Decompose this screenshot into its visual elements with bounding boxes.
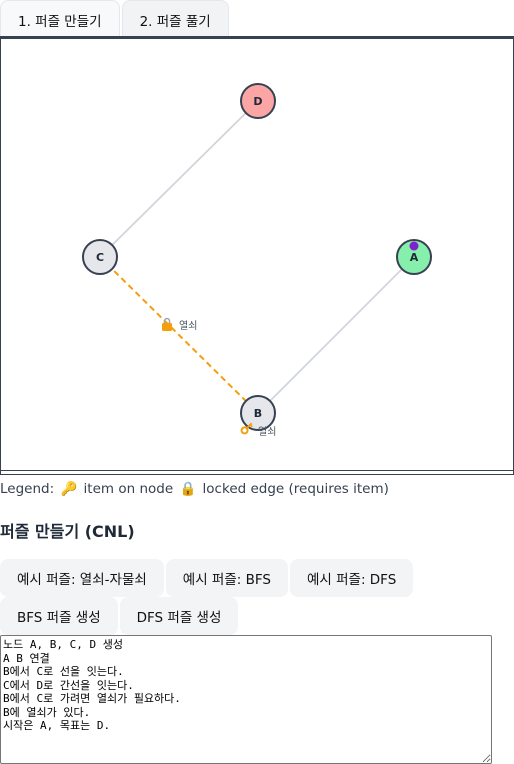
- key-icon: 🔑: [60, 481, 78, 497]
- section-title: 퍼즐 만들기 (CNL): [0, 522, 135, 541]
- node-d-label: D: [253, 95, 262, 108]
- node-b-label: B: [254, 407, 262, 420]
- lock-icon: 🔒: [179, 481, 197, 497]
- example-bfs-button[interactable]: 예시 퍼즐: BFS: [165, 559, 288, 597]
- example-buttons: 예시 퍼즐: 열쇠-자물쇠 예시 퍼즐: BFS 예시 퍼즐: DFS: [0, 559, 415, 597]
- example-key-lock-button[interactable]: 예시 퍼즐: 열쇠-자물쇠: [0, 559, 164, 597]
- tab-make-puzzle[interactable]: 1. 퍼즐 만들기: [0, 0, 120, 38]
- example-dfs-button[interactable]: 예시 퍼즐: DFS: [289, 559, 414, 597]
- player-marker: [409, 241, 419, 251]
- legend: Legend: 🔑 item on node 🔒 locked edge (re…: [0, 481, 389, 497]
- locked-edge-label: 열쇠: [162, 317, 197, 332]
- legend-item-text: item on node: [83, 481, 174, 497]
- lock-icon: [162, 317, 172, 331]
- tab-solve-puzzle[interactable]: 2. 퍼즐 풀기: [121, 0, 229, 38]
- graph-canvas[interactable]: 열쇠 D C A B 열쇠: [0, 36, 514, 475]
- cnl-input[interactable]: 노드 A, B, C, D 생성 A B 연결 B에서 C로 선을 잇는다. C…: [0, 635, 492, 764]
- node-a-label: A: [410, 251, 419, 264]
- legend-prefix: Legend:: [0, 481, 55, 497]
- node-b[interactable]: B 열쇠: [240, 395, 276, 438]
- node-d[interactable]: D: [240, 83, 276, 119]
- legend-locked-text: locked edge (requires item): [202, 481, 389, 497]
- generate-bfs-button[interactable]: BFS 퍼즐 생성: [0, 597, 118, 635]
- edge-c-b-locked[interactable]: [99, 256, 259, 414]
- node-c[interactable]: C: [82, 239, 118, 275]
- edge-c-d[interactable]: [99, 100, 259, 258]
- locked-edge-text: 열쇠: [179, 320, 197, 332]
- node-a[interactable]: A: [396, 239, 432, 275]
- node-b-item-text: 열쇠: [258, 426, 276, 438]
- edge-a-b[interactable]: [257, 256, 415, 414]
- node-c-label: C: [96, 251, 104, 264]
- generate-buttons: BFS 퍼즐 생성 DFS 퍼즐 생성: [0, 597, 240, 635]
- tab-bar: 1. 퍼즐 만들기 2. 퍼즐 풀기: [0, 0, 231, 38]
- graph-svg[interactable]: 열쇠 D C A B 열쇠: [1, 39, 513, 473]
- generate-dfs-button[interactable]: DFS 퍼즐 생성: [119, 597, 239, 635]
